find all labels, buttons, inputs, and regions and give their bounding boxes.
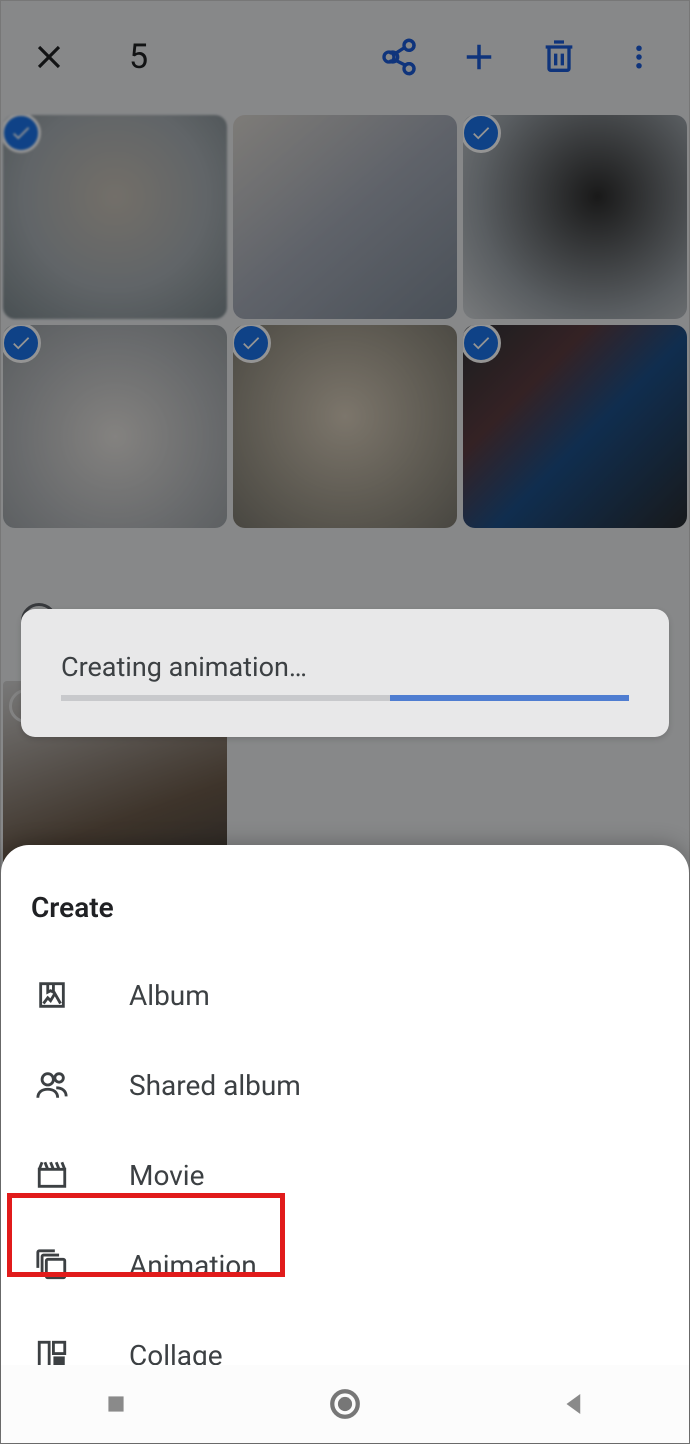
toast-message: Creating animation… bbox=[61, 651, 629, 683]
nav-home-button[interactable] bbox=[324, 1383, 366, 1425]
sheet-title: Create bbox=[1, 875, 689, 950]
create-album-item[interactable]: Album bbox=[1, 950, 689, 1040]
menu-item-label: Album bbox=[129, 979, 210, 1012]
create-shared-album-item[interactable]: Shared album bbox=[1, 1040, 689, 1130]
create-movie-item[interactable]: Movie bbox=[1, 1130, 689, 1220]
square-icon bbox=[103, 1391, 129, 1417]
animation-icon bbox=[35, 1248, 69, 1282]
movie-icon bbox=[35, 1158, 69, 1192]
circle-icon bbox=[328, 1387, 362, 1421]
progress-bar bbox=[61, 695, 629, 701]
nav-back-button[interactable] bbox=[553, 1383, 595, 1425]
nav-recent-button[interactable] bbox=[95, 1383, 137, 1425]
android-nav-bar bbox=[1, 1365, 689, 1443]
menu-item-label: Shared album bbox=[129, 1069, 301, 1102]
triangle-back-icon bbox=[559, 1389, 589, 1419]
menu-item-label: Animation bbox=[129, 1249, 257, 1282]
creating-animation-toast: Creating animation… bbox=[21, 609, 669, 737]
shared-album-icon bbox=[35, 1068, 69, 1102]
progress-fill bbox=[390, 695, 629, 701]
create-animation-item[interactable]: Animation bbox=[1, 1220, 689, 1310]
menu-item-label: Movie bbox=[129, 1159, 204, 1192]
create-bottom-sheet: Create Album Shared album Movie Animatio… bbox=[1, 845, 689, 1443]
album-icon bbox=[35, 978, 69, 1012]
